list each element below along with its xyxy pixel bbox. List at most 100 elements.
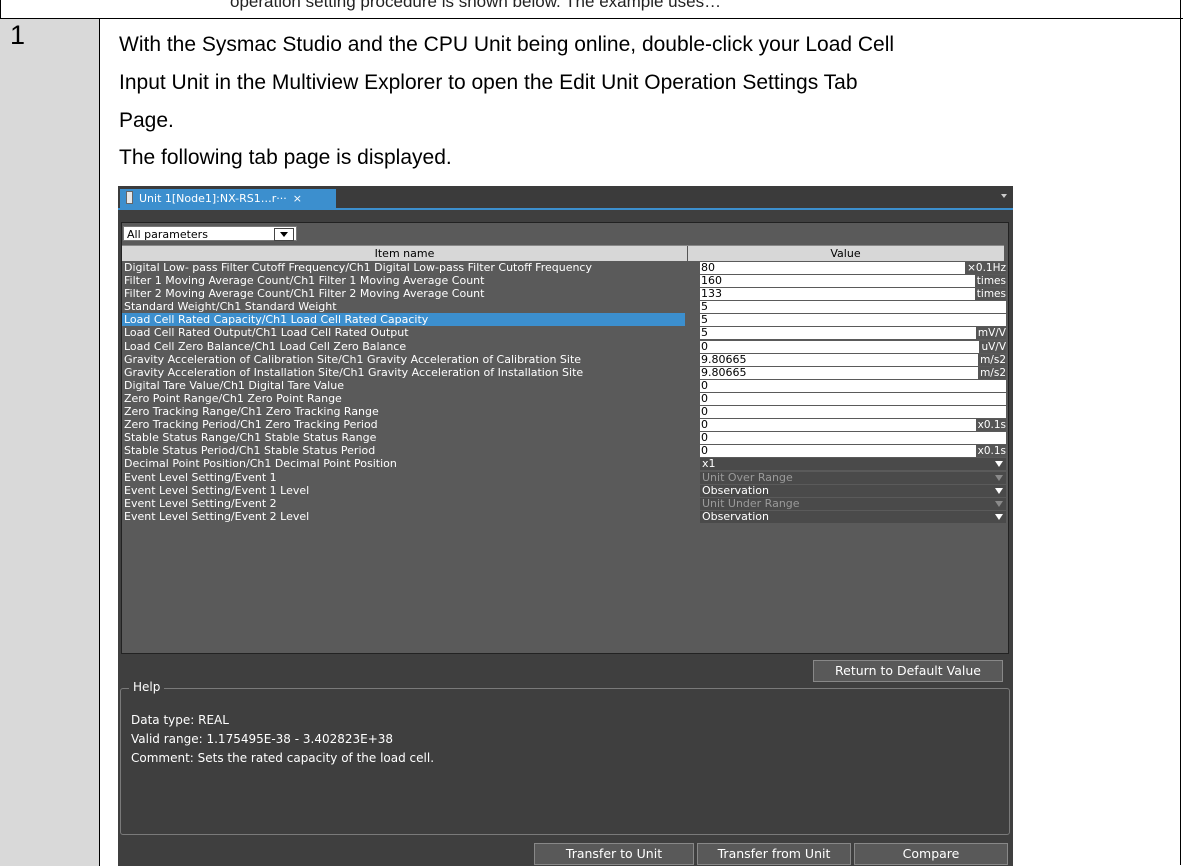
parameter-value-input[interactable]: 0	[700, 406, 1006, 419]
parameter-select: Unit Under Range	[700, 496, 1006, 510]
parameter-name: Digital Tare Value/Ch1 Digital Tare Valu…	[124, 378, 344, 392]
dropdown-arrow-icon[interactable]	[274, 228, 294, 241]
dropdown-arrow-icon	[991, 471, 1006, 484]
table-row[interactable]: Event Level Setting/Event 1 Level Observa…	[122, 483, 1006, 497]
parameter-value-input[interactable]: 5	[700, 314, 1006, 327]
table-row[interactable]: Stable Status Period/Ch1 Stable Status P…	[122, 444, 1006, 458]
value-unit: ×0.1Hz	[965, 262, 1006, 274]
table-row[interactable]: Digital Low- pass Filter Cutoff Frequenc…	[122, 261, 1006, 274]
parameter-value-input[interactable]: 9.80665 m/s2	[700, 366, 1006, 379]
table-row[interactable]: Decimal Point Position/Ch1 Decimal Point…	[122, 457, 1006, 471]
column-header-value: Value	[830, 247, 861, 260]
parameter-name: Filter 1 Moving Average Count/Ch1 Filter…	[124, 274, 485, 288]
table-row[interactable]: Zero Tracking Range/Ch1 Zero Tracking Ra…	[122, 405, 1006, 419]
select-value: Observation	[702, 483, 769, 497]
value-unit: m/s2	[978, 366, 1006, 379]
parameter-value-input[interactable]: 80 ×0.1Hz	[700, 262, 1006, 274]
help-line: Comment: Sets the rated capacity of the …	[131, 751, 435, 765]
dropdown-arrow-icon	[991, 497, 1006, 510]
value-text: 0	[701, 378, 708, 392]
table-row[interactable]: Event Level Setting/Event 1 Unit Over Ran…	[122, 470, 1006, 484]
value-text: 160	[701, 274, 722, 288]
select-value: Unit Over Range	[702, 470, 793, 484]
table-row[interactable]: Event Level Setting/Event 2 Level Observa…	[122, 509, 1006, 523]
tab-bar: Unit 1[Node1]:NX-RS1…r··· ×	[118, 186, 1013, 208]
value-text: 9.80665	[701, 352, 747, 366]
table-top-border	[0, 18, 1183, 19]
value-text: 5	[701, 300, 708, 314]
table-row[interactable]: Zero Point Range/Ch1 Zero Point Range 0	[122, 391, 1006, 405]
parameter-select[interactable]: x1	[700, 458, 1006, 471]
table-row[interactable]: Load Cell Zero Balance/Ch1 Load Cell Zer…	[122, 339, 1006, 353]
parameter-name: Stable Status Period/Ch1 Stable Status P…	[124, 444, 376, 458]
cut-off-line: operation setting procedure is shown bel…	[230, 0, 722, 11]
table-row[interactable]: Load Cell Rated Output/Ch1 Load Cell Rat…	[122, 326, 1006, 340]
column-header-item-name: Item name	[122, 246, 688, 261]
close-icon[interactable]: ×	[293, 192, 302, 205]
select-value: Observation	[702, 509, 769, 523]
help-line: Data type: REAL	[131, 713, 229, 727]
select-value: Unit Under Range	[702, 496, 800, 510]
parameter-name: Event Level Setting/Event 1 Level	[124, 483, 310, 497]
parameter-name: Event Level Setting/Event 2 Level	[124, 509, 310, 523]
instruction-line: The following tab page is displayed.	[119, 146, 452, 169]
value-unit: times	[974, 288, 1006, 301]
table-row[interactable]: Filter 2 Moving Average Count/Ch1 Filter…	[122, 287, 1006, 301]
parameter-value-input[interactable]: 9.80665 m/s2	[700, 352, 1006, 366]
tab-label: Unit 1[Node1]:NX-RS1…r···	[139, 192, 287, 205]
parameter-filter-select[interactable]: All parameters	[123, 226, 297, 241]
chevron-down-icon[interactable]	[1001, 194, 1007, 198]
dropdown-arrow-icon[interactable]	[991, 510, 1006, 523]
transfer-from-unit-button[interactable]: Transfer from Unit	[697, 843, 851, 865]
parameter-select[interactable]: Observation	[700, 483, 1006, 497]
parameter-value-input[interactable]: 0	[700, 378, 1006, 392]
parameter-name: Standard Weight/Ch1 Standard Weight	[124, 300, 337, 314]
parameter-value-input[interactable]: 0 x0.1s	[700, 445, 1006, 458]
value-text: 0	[701, 431, 708, 445]
table-row[interactable]: Event Level Setting/Event 2 Unit Under Ra…	[122, 496, 1006, 510]
dropdown-arrow-icon[interactable]	[991, 484, 1006, 497]
table-row[interactable]: Gravity Acceleration of Installation Sit…	[122, 365, 1006, 379]
compare-button[interactable]: Compare	[854, 843, 1008, 865]
parameter-name: Gravity Acceleration of Installation Sit…	[124, 365, 584, 379]
parameter-select: Unit Over Range	[700, 470, 1006, 484]
parameter-value-input[interactable]: 0	[700, 392, 1006, 405]
tab-unit-settings[interactable]: Unit 1[Node1]:NX-RS1…r··· ×	[120, 189, 336, 208]
dropdown-arrow-icon[interactable]	[991, 458, 1006, 471]
table-row[interactable]: Standard Weight/Ch1 Standard Weight 5	[122, 300, 1006, 314]
value-unit: x0.1s	[975, 419, 1006, 432]
instruction-line: Input Unit in the Multiview Explorer to …	[119, 71, 858, 94]
parameter-value-input[interactable]: 0 uV/V	[700, 340, 1006, 353]
step-number: 1	[10, 20, 26, 50]
parameter-name: Event Level Setting/Event 2	[124, 496, 277, 510]
parameter-select[interactable]: Observation	[700, 509, 1006, 523]
parameter-name: Gravity Acceleration of Calibration Site…	[124, 352, 582, 366]
value-unit: mV/V	[975, 327, 1006, 340]
parameter-value-input[interactable]: 160 times	[700, 274, 1006, 288]
table-header: Item name Value	[122, 245, 1004, 261]
table-row[interactable]: Digital Tare Value/Ch1 Digital Tare Valu…	[122, 378, 1006, 392]
parameter-name: Load Cell Zero Balance/Ch1 Load Cell Zer…	[124, 339, 407, 353]
table-row[interactable]: Zero Tracking Period/Ch1 Zero Tracking P…	[122, 418, 1006, 432]
help-title: Help	[129, 680, 165, 694]
transfer-to-unit-button[interactable]: Transfer to Unit	[534, 843, 694, 865]
parameter-value-input[interactable]: 5 mV/V	[700, 327, 1006, 340]
screenshot-window: Unit 1[Node1]:NX-RS1…r··· × All parameter…	[118, 186, 1013, 866]
parameter-name: Zero Tracking Range/Ch1 Zero Tracking Ra…	[124, 405, 379, 419]
parameter-table: Item name Value Digital Low- pass Filter…	[122, 245, 1006, 523]
table-row[interactable]: Filter 1 Moving Average Count/Ch1 Filter…	[122, 274, 1006, 288]
parameter-name: Decimal Point Position/Ch1 Decimal Point…	[124, 457, 397, 471]
table-row[interactable]: Gravity Acceleration of Calibration Site…	[122, 352, 1006, 366]
table-row[interactable]: Load Cell Rated Capacity/Ch1 Load Cell R…	[122, 313, 1006, 327]
instruction-line: With the Sysmac Studio and the CPU Unit …	[119, 33, 895, 56]
parameter-value-input[interactable]: 0	[700, 431, 1006, 445]
parameter-name: Digital Low- pass Filter Cutoff Frequenc…	[124, 261, 592, 274]
parameter-value-input[interactable]: 133 times	[700, 288, 1006, 301]
parameter-value-input[interactable]: 5	[700, 300, 1006, 314]
parameter-name: Event Level Setting/Event 1	[124, 470, 277, 484]
parameter-name: Zero Point Range/Ch1 Zero Point Range	[124, 391, 342, 405]
table-row[interactable]: Stable Status Range/Ch1 Stable Status Ra…	[122, 431, 1006, 445]
parameter-name: Load Cell Rated Output/Ch1 Load Cell Rat…	[124, 326, 409, 340]
return-to-default-button[interactable]: Return to Default Value	[813, 660, 1003, 682]
parameter-value-input[interactable]: 0 x0.1s	[700, 419, 1006, 432]
